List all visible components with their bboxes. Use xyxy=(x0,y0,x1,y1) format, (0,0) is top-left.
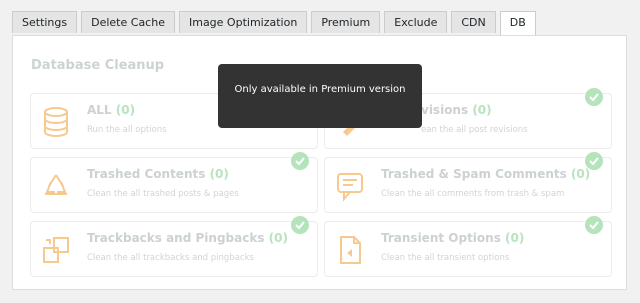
cleanup-card-trashed-contents[interactable]: Trashed Contents (0) Clean the all trash… xyxy=(30,152,318,213)
enabled-check-icon xyxy=(585,216,603,234)
comment-icon xyxy=(337,173,363,202)
cleanup-card-trackbacks-pingbacks[interactable]: Trackbacks and Pingbacks (0) Clean the a… xyxy=(30,216,318,277)
tab-exclude[interactable]: Exclude xyxy=(384,11,448,33)
tab-bar: Settings Delete Cache Image Optimization… xyxy=(12,11,536,36)
trackback-icon xyxy=(43,237,69,263)
card-description: ean the all post revisions xyxy=(421,125,528,135)
card-title: Trashed Contents (0) xyxy=(87,167,229,181)
card-title: visions (0) xyxy=(421,103,492,117)
panel-title: Database Cleanup xyxy=(31,58,165,73)
transient-icon xyxy=(340,236,361,264)
card-title: Trashed & Spam Comments (0) xyxy=(381,167,591,181)
tab-db[interactable]: DB xyxy=(499,11,536,36)
card-title: ALL (0) xyxy=(87,103,136,117)
tab-cdn[interactable]: CDN xyxy=(451,11,496,33)
tab-image-optimization[interactable]: Image Optimization xyxy=(178,11,308,33)
card-description: Clean the all trackbacks and pingbacks xyxy=(87,253,254,263)
tab-delete-cache[interactable]: Delete Cache xyxy=(81,11,175,33)
card-title: Trackbacks and Pingbacks (0) xyxy=(87,231,288,245)
recycle-icon xyxy=(45,174,67,195)
card-description: Clean the all comments from trash & spam xyxy=(381,189,565,199)
tab-settings[interactable]: Settings xyxy=(12,11,78,33)
card-description: Run the all options xyxy=(87,125,167,135)
database-icon xyxy=(44,107,68,138)
card-description: Clean the all transient options xyxy=(381,253,510,263)
cleanup-card-trashed-spam-comments[interactable]: Trashed & Spam Comments (0) Clean the al… xyxy=(324,152,612,213)
premium-only-tooltip: Only available in Premium version xyxy=(218,64,422,128)
enabled-check-icon xyxy=(291,152,309,170)
enabled-check-icon xyxy=(585,88,603,106)
card-title: Transient Options (0) xyxy=(381,231,525,245)
enabled-check-icon xyxy=(585,152,603,170)
enabled-check-icon xyxy=(291,216,309,234)
card-description: Clean the all trashed posts & pages xyxy=(87,189,239,199)
cleanup-card-transient-options[interactable]: Transient Options (0) Clean the all tran… xyxy=(324,216,612,277)
tab-premium[interactable]: Premium xyxy=(311,11,381,33)
